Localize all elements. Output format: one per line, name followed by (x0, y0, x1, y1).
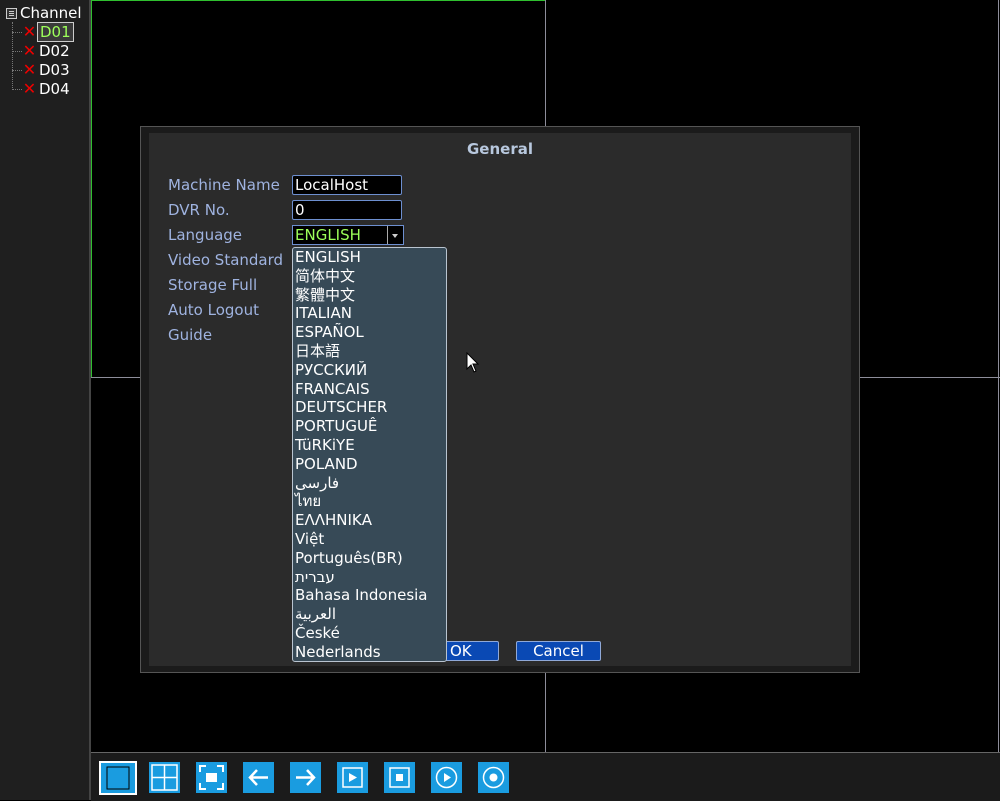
cancel-button[interactable]: Cancel (516, 641, 601, 661)
language-option[interactable]: Việt (293, 530, 446, 549)
dialog-body: General Machine Name LocalHost DVR No. 0… (149, 133, 851, 666)
bottom-toolbar (91, 752, 1000, 801)
language-selected-value: ENGLISH (295, 226, 361, 244)
language-option[interactable]: Português(BR) (293, 549, 446, 568)
channel-tree-root[interactable]: Channel (6, 4, 82, 22)
disconnected-icon: ✕ (22, 41, 37, 60)
disconnected-icon: ✕ (22, 60, 37, 79)
channel-item-d03[interactable]: ✕ D03 (12, 61, 72, 79)
grid-border-right (998, 0, 999, 752)
language-option[interactable]: Nederlands (293, 643, 446, 661)
arrow-right-icon[interactable] (290, 762, 321, 793)
channel-label: D04 (39, 80, 70, 98)
disconnected-icon: ✕ (22, 22, 37, 41)
auto-logout-label: Auto Logout (168, 301, 259, 319)
language-option[interactable]: فارسی (293, 474, 446, 493)
language-option[interactable]: العربية (293, 605, 446, 624)
channel-item-d01[interactable]: ✕ D01 (12, 22, 74, 42)
stop-circle-icon[interactable] (478, 762, 509, 793)
machine-name-input[interactable]: LocalHost (292, 175, 402, 195)
language-option[interactable]: ITALIAN (293, 304, 446, 323)
language-option[interactable]: 繁體中文 (293, 286, 446, 305)
channel-label: D01 (37, 22, 74, 42)
channel-sidebar: Channel ✕ D01 ✕ D02 ✕ D03 ✕ D04 (0, 0, 91, 800)
list-icon (6, 7, 17, 19)
language-select[interactable]: ENGLISH (292, 225, 404, 245)
language-option[interactable]: FRANCAIS (293, 380, 446, 399)
dialog-title: General (467, 140, 533, 158)
language-option[interactable]: PORTUGUÊ (293, 417, 446, 436)
guide-label: Guide (168, 326, 213, 344)
language-option[interactable]: České (293, 624, 446, 643)
language-option[interactable]: TüRKiYE (293, 436, 446, 455)
mouse-cursor-icon (466, 352, 480, 373)
language-option[interactable]: 简体中文 (293, 267, 446, 286)
language-option[interactable]: 日本語 (293, 342, 446, 361)
channel-item-d04[interactable]: ✕ D04 (12, 80, 72, 98)
dvr-no-input[interactable]: 0 (292, 200, 402, 220)
storage-full-label: Storage Full (168, 276, 258, 294)
arrow-left-icon[interactable] (243, 762, 274, 793)
playback-icon[interactable] (431, 762, 462, 793)
video-standard-label: Video Standard (168, 251, 284, 269)
language-option[interactable]: עברית (293, 568, 446, 587)
language-option[interactable]: POLAND (293, 455, 446, 474)
language-dropdown-list[interactable]: ENGLISH 简体中文 繁體中文 ITALIAN ESPAÑOL 日本語 РУ… (292, 247, 447, 662)
dvr-no-label: DVR No. (168, 201, 230, 219)
chevron-down-icon[interactable] (387, 226, 403, 244)
language-option[interactable]: ΕΛΛΗΝΙΚΑ (293, 511, 446, 530)
play-icon[interactable] (337, 762, 368, 793)
channel-label: D03 (39, 61, 70, 79)
ok-button[interactable]: OK (444, 641, 499, 661)
language-option[interactable]: РУССКИЙ (293, 361, 446, 380)
language-label: Language (168, 226, 243, 244)
fullscreen-icon[interactable] (196, 762, 227, 793)
channel-root-label: Channel (20, 4, 82, 22)
language-option[interactable]: Bahasa Indonesia (293, 586, 446, 605)
record-icon[interactable] (384, 762, 415, 793)
language-option[interactable]: DEUTSCHER (293, 398, 446, 417)
language-option[interactable]: ไทย (293, 492, 446, 511)
disconnected-icon: ✕ (22, 79, 37, 98)
channel-label: D02 (39, 42, 70, 60)
channel-item-d02[interactable]: ✕ D02 (12, 42, 72, 60)
quad-view-icon[interactable] (149, 762, 180, 793)
language-option[interactable]: ENGLISH (293, 248, 446, 267)
single-view-icon[interactable] (99, 761, 137, 795)
general-dialog: General Machine Name LocalHost DVR No. 0… (140, 126, 860, 673)
language-option[interactable]: ESPAÑOL (293, 323, 446, 342)
machine-name-label: Machine Name (168, 176, 280, 194)
